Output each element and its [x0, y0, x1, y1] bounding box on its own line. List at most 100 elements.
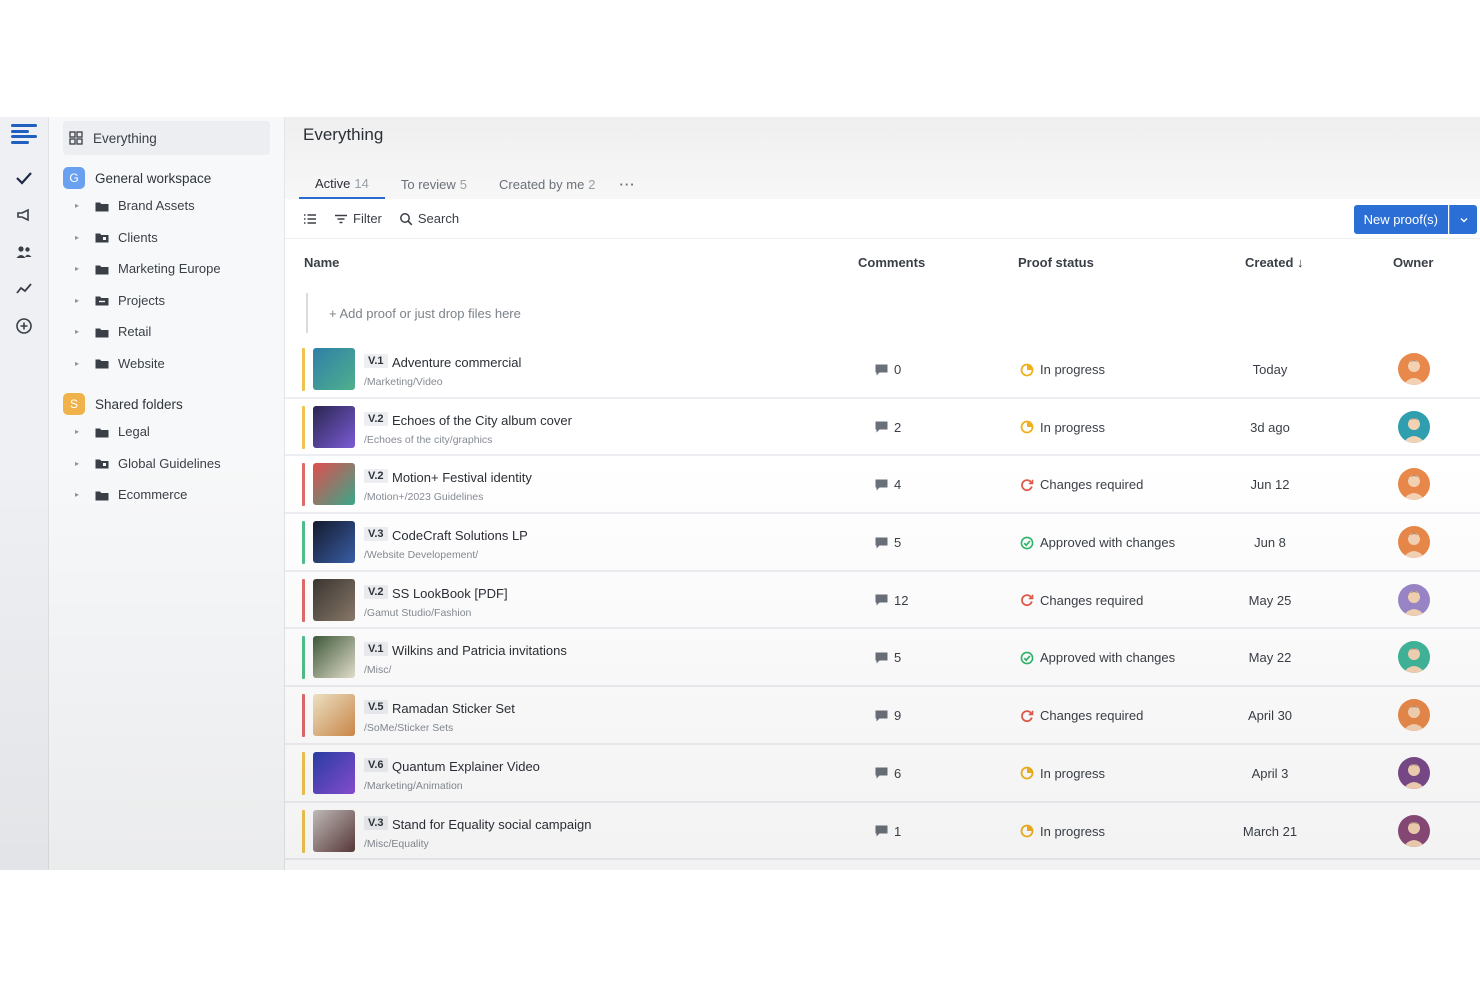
in-progress-icon — [1020, 420, 1034, 434]
workspace-badge: G — [63, 167, 85, 189]
proof-name[interactable]: Adventure commercial — [392, 355, 521, 370]
checkmark-icon[interactable] — [11, 165, 37, 191]
column-comments[interactable]: Comments — [858, 255, 925, 270]
table-row[interactable]: V.2 SS LookBook [PDF] /Gamut Studio/Fashio… — [285, 571, 1480, 630]
sidebar-folder-retail[interactable]: ▸ Retail — [63, 316, 270, 348]
table-row[interactable]: V.6 Quantum Explainer Video/Marketing/Ani… — [285, 744, 1480, 803]
sidebar-folder-legal[interactable]: ▸ Legal — [63, 416, 270, 448]
comment-count: 12 — [894, 592, 909, 608]
owner-avatar[interactable] — [1398, 699, 1430, 732]
expand-caret-icon[interactable]: ▸ — [75, 296, 81, 305]
proof-name[interactable]: Echoes of the City album cover — [392, 413, 572, 428]
grid-icon — [69, 131, 83, 145]
sidebar-folder-global-guidelines[interactable]: ▸ Global Guidelines — [63, 448, 270, 480]
table-row[interactable]: V.3 Stand for Equality social campaign/Mi… — [285, 802, 1480, 861]
tab-created-by-me[interactable]: Created by me 2 — [483, 169, 612, 199]
analytics-icon[interactable] — [11, 276, 37, 302]
changes-required-icon — [1020, 478, 1034, 492]
filter-button[interactable]: Filter — [334, 211, 382, 226]
status-strip — [302, 521, 305, 565]
column-owner[interactable]: Owner — [1393, 255, 1433, 270]
app-logo-icon[interactable] — [11, 121, 37, 147]
owner-avatar[interactable] — [1398, 410, 1430, 443]
proof-path: /Motion+/2023 Guidelines — [364, 491, 484, 504]
proof-thumbnail[interactable] — [313, 694, 355, 737]
expand-caret-icon[interactable]: ▸ — [75, 264, 81, 273]
proof-thumbnail[interactable] — [313, 521, 355, 564]
comment-count: 6 — [894, 765, 902, 781]
add-circle-icon[interactable] — [11, 313, 37, 339]
proof-path: /Website Developement/ — [364, 549, 479, 562]
new-proof-dropdown-button[interactable] — [1449, 205, 1477, 234]
owner-avatar[interactable] — [1398, 468, 1430, 501]
created-date: April 30 — [1247, 708, 1293, 724]
more-tabs-button[interactable]: ··· — [612, 169, 644, 199]
sidebar-folder-marketing-europe[interactable]: ▸ Marketing Europe — [63, 253, 270, 285]
column-name[interactable]: Name — [304, 255, 339, 270]
proof-name[interactable]: Motion+ Festival identity — [392, 470, 532, 485]
proof-name[interactable]: Ramadan Sticker Set — [392, 701, 515, 716]
proof-thumbnail[interactable] — [313, 578, 355, 621]
column-proof-status[interactable]: Proof status — [1018, 255, 1094, 270]
proof-thumbnail[interactable] — [313, 348, 355, 390]
owner-avatar[interactable] — [1398, 814, 1430, 847]
sidebar-folder-clients[interactable]: ▸ Clients — [63, 222, 270, 254]
sidebar-folder-brand-assets[interactable]: ▸ Brand Assets — [63, 190, 270, 222]
new-proof-button[interactable]: New proof(s) — [1353, 205, 1448, 234]
status-strip — [302, 405, 305, 449]
proof-name[interactable]: SS LookBook [PDF] — [392, 586, 508, 601]
proof-name[interactable]: Quantum Explainer Video — [392, 759, 540, 774]
workspace-general[interactable]: G General workspace — [63, 166, 270, 190]
table-row[interactable]: V.2 Echoes of the City album cover/Echoes… — [285, 398, 1480, 457]
owner-avatar[interactable] — [1398, 353, 1430, 385]
proof-thumbnail[interactable] — [313, 463, 355, 506]
sidebar-folder-ecommerce[interactable]: ▸ Ecommerce — [63, 479, 270, 511]
owner-avatar[interactable] — [1398, 641, 1430, 674]
proof-name[interactable]: CodeCraft Solutions LP — [392, 528, 528, 543]
owner-avatar[interactable] — [1398, 583, 1430, 616]
comment-icon — [875, 767, 888, 779]
status-strip — [302, 463, 305, 507]
expand-caret-icon[interactable]: ▸ — [75, 359, 81, 368]
proof-name[interactable]: Wilkins and Patricia invitations — [392, 643, 567, 658]
proof-thumbnail[interactable] — [313, 636, 355, 679]
table-row[interactable]: V.5 Ramadan Sticker Set/SoMe/Sticker Sets… — [285, 687, 1480, 745]
table-row[interactable]: V.1 Adventure commercial/Marketing/Video 0… — [285, 341, 1480, 399]
proof-thumbnail[interactable] — [313, 751, 355, 794]
search-button[interactable]: Search — [399, 211, 459, 226]
created-date: May 25 — [1248, 592, 1292, 608]
table-row[interactable]: V.2 Motion+ Festival identity/Motion+/202… — [285, 456, 1480, 515]
projects-folder-icon — [95, 295, 109, 306]
list-view-button[interactable] — [303, 212, 317, 226]
status-strip — [302, 809, 305, 853]
proof-status: Approved with changes — [1020, 650, 1175, 665]
folder-label: Legal — [118, 424, 150, 440]
megaphone-icon[interactable] — [11, 202, 37, 228]
owner-avatar[interactable] — [1398, 526, 1430, 559]
expand-caret-icon[interactable]: ▸ — [75, 427, 81, 436]
expand-caret-icon[interactable]: ▸ — [75, 201, 81, 210]
column-created[interactable]: Created ↓ — [1245, 255, 1304, 270]
table-row[interactable]: V.3 CodeCraft Solutions LP/Website Develo… — [285, 514, 1480, 572]
tab-to-review[interactable]: To review 5 — [385, 169, 483, 199]
workspace-shared-folders[interactable]: S Shared folders — [63, 392, 270, 416]
proof-thumbnail[interactable] — [313, 809, 355, 852]
owner-avatar[interactable] — [1398, 756, 1430, 789]
expand-caret-icon[interactable]: ▸ — [75, 459, 81, 468]
proof-name[interactable]: Stand for Equality social campaign — [392, 817, 591, 832]
table-row[interactable]: V.1 Wilkins and Patricia invitations/Misc… — [285, 629, 1480, 688]
proof-path: /Gamut Studio/Fashion — [364, 606, 472, 619]
users-icon[interactable] — [11, 239, 37, 265]
expand-caret-icon[interactable]: ▸ — [75, 233, 81, 242]
folder-icon — [95, 490, 109, 501]
expand-caret-icon[interactable]: ▸ — [75, 327, 81, 336]
tab-active[interactable]: Active 14 — [299, 169, 385, 199]
sidebar-folder-projects[interactable]: ▸ Projects — [63, 285, 270, 317]
proof-status: In progress — [1020, 766, 1105, 781]
sidebar-folder-website[interactable]: ▸ Website — [63, 348, 270, 380]
sidebar-item-everything[interactable]: Everything — [63, 121, 270, 155]
changes-required-icon — [1020, 709, 1034, 723]
proof-thumbnail[interactable] — [313, 405, 355, 448]
expand-caret-icon[interactable]: ▸ — [75, 490, 81, 499]
add-proof-dropzone[interactable]: + Add proof or just drop files here — [285, 285, 1480, 341]
